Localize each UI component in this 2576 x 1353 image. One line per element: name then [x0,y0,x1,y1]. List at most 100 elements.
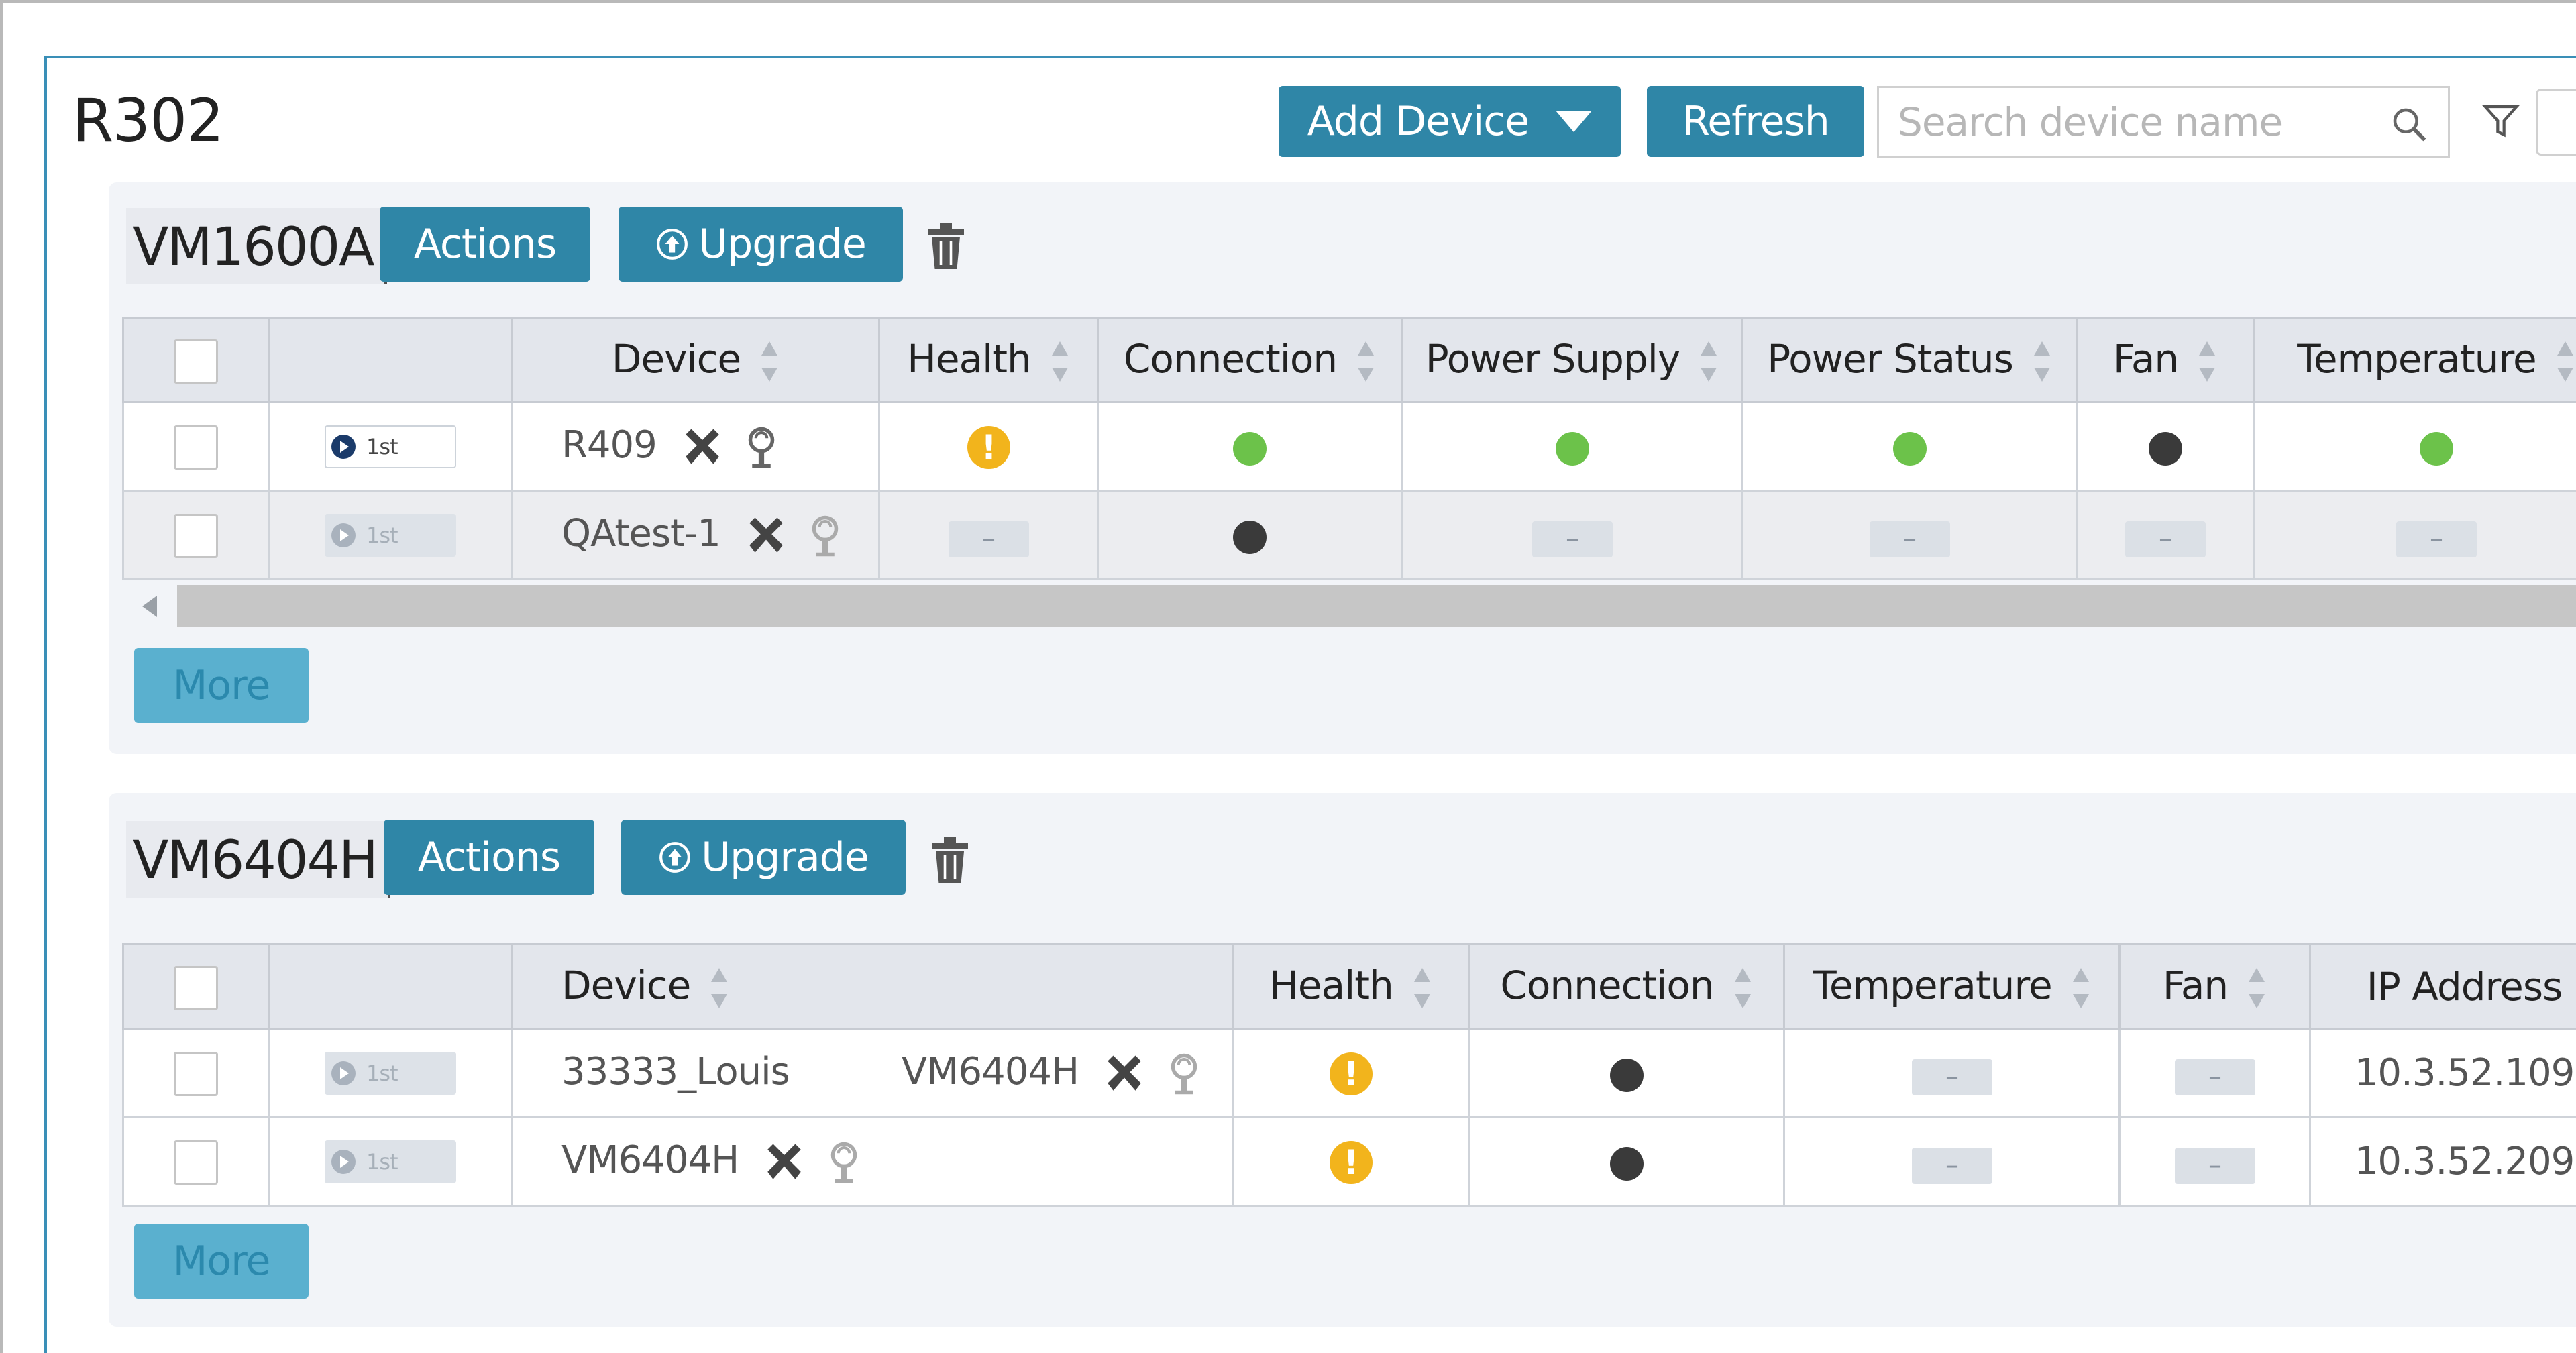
warning-icon: ! [967,426,1010,470]
device-name[interactable]: VM6404H [561,1138,739,1182]
column-header-ip-address[interactable]: IP Address [2309,943,2576,1030]
badge-cell: 1st [268,1028,513,1118]
row-select-cell [122,490,270,580]
column-header-connection[interactable]: Connection [1468,943,1785,1030]
row-checkbox[interactable] [174,513,218,558]
column-header-label: Temperature [2297,336,2536,382]
select-all-checkbox[interactable] [174,965,218,1010]
badge-label: 1st [366,523,398,548]
badge-column-header [268,943,513,1030]
search-input[interactable] [1879,88,2448,156]
antenna-icon[interactable] [822,1140,866,1185]
column-header-fan[interactable]: Fan [2118,943,2311,1030]
column-header-temperature[interactable]: Temperature [2253,317,2576,403]
device-name[interactable]: QAtest-1 [561,512,721,555]
column-header-device[interactable]: Device [511,317,880,403]
search-icon[interactable] [2390,105,2428,143]
actions-button[interactable]: Actions [384,820,594,895]
scroll-thumb[interactable] [177,585,2576,627]
add-device-button[interactable]: Add Device [1279,86,1621,157]
column-header-label: Power Status [1767,336,2014,382]
column-header-temperature[interactable]: Temperature [1783,943,2121,1030]
device-cell: 33333_Louis VM6404H [511,1028,1234,1118]
table-row[interactable]: 1st R409 ! [122,401,2576,492]
antenna-icon[interactable] [1162,1052,1206,1096]
row-checkbox[interactable] [174,1140,218,1185]
filter-icon[interactable] [2482,101,2520,141]
toolbar-overflow-button[interactable] [2536,89,2576,156]
warning-icon: ! [1329,1052,1373,1096]
refresh-button[interactable]: Refresh [1647,86,1864,157]
order-badge[interactable]: 1st [325,514,456,557]
health-cell: ! [1232,1116,1470,1207]
empty-value: – [1911,1059,1992,1095]
trash-icon[interactable] [924,223,967,271]
power-supply-cell: – [1401,490,1743,580]
upgrade-icon [659,842,691,873]
table-row[interactable]: 1st VM6404H ! – – 10.3.52.209 [122,1116,2576,1207]
row-checkbox[interactable] [174,1051,218,1096]
wrench-icon[interactable] [744,514,788,558]
device-name[interactable]: 33333_Louis [561,1050,890,1093]
sort-icon [2072,967,2089,1008]
upgrade-button[interactable]: Upgrade [619,207,903,282]
column-header-health[interactable]: Health [1232,943,1470,1030]
table-row[interactable]: 1st QAtest-1 – – – – – [122,490,2576,580]
column-header-power-supply[interactable]: Power Supply [1401,317,1743,403]
order-badge[interactable]: 1st [325,425,456,468]
add-device-label: Add Device [1307,98,1529,145]
column-header-connection[interactable]: Connection [1097,317,1403,403]
select-all-checkbox[interactable] [174,339,218,384]
column-header-label: Fan [2162,963,2229,1009]
column-header-health[interactable]: Health [878,317,1099,403]
upgrade-button[interactable]: Upgrade [621,820,906,895]
sort-icon [1051,341,1068,382]
column-header-fan[interactable]: Fan [2076,317,2255,403]
wrench-icon[interactable] [762,1140,806,1185]
column-header-label: Connection [1500,963,1714,1009]
device-name[interactable]: R409 [561,423,657,467]
health-cell: ! [878,401,1099,492]
empty-value: – [2125,521,2206,557]
column-header-power-status[interactable]: Power Status [1741,317,2078,403]
ip-address-cell: 10.3.52.209 [2309,1116,2576,1207]
horizontal-scrollbar[interactable] [122,582,2576,629]
row-checkbox[interactable] [174,425,218,470]
temperature-cell: – [2253,490,2576,580]
play-icon [331,1150,356,1174]
order-badge[interactable]: 1st [325,1052,456,1095]
play-icon [331,1061,356,1085]
table-header-row: Device Health Connection Temperature Fan… [122,943,2576,1030]
device-group-vm1600a: VM1600A Actions Upgrade Device Health Co… [109,182,2576,754]
empty-value: – [1869,521,1950,557]
fan-cell: – [2076,490,2255,580]
table-row[interactable]: 1st 33333_Louis VM6404H ! – – 10.3.52.10… [122,1028,2576,1118]
health-cell: ! [1232,1028,1470,1118]
connection-cell [1097,401,1403,492]
column-header-label: Health [1269,963,1393,1009]
column-header-label: IP Address [2366,963,2563,1010]
wrench-icon[interactable] [680,425,724,470]
sort-icon [2557,341,2573,382]
temperature-cell: – [1783,1028,2121,1118]
scroll-left-icon[interactable] [142,596,157,617]
device-cell: QAtest-1 [511,490,880,580]
actions-button[interactable]: Actions [380,207,590,282]
badge-label: 1st [366,1061,398,1086]
column-header-label: Power Supply [1425,336,1680,382]
upgrade-icon [657,229,688,260]
more-button[interactable]: More [134,648,309,723]
badge-label: 1st [366,434,398,459]
more-button[interactable]: More [134,1224,309,1299]
column-header-device[interactable]: Device [511,943,1234,1030]
column-header-label: Device [611,336,741,382]
sort-icon [1358,341,1375,382]
antenna-icon[interactable] [739,425,784,470]
order-badge[interactable]: 1st [325,1140,456,1183]
device-table: Device Health Connection Power Supply Po… [122,317,2576,580]
badge-label: 1st [366,1149,398,1175]
wrench-icon[interactable] [1102,1052,1146,1096]
trash-icon[interactable] [928,837,971,885]
antenna-icon[interactable] [803,514,847,558]
select-all-cell [122,943,270,1030]
